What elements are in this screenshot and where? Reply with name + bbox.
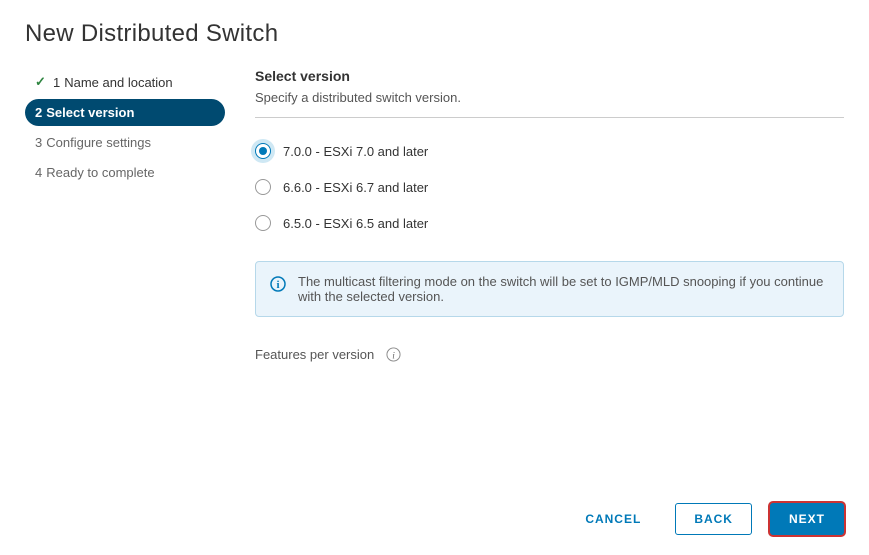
step-label: Name and location [64,75,172,90]
radio-icon [255,143,271,159]
section-description: Specify a distributed switch version. [255,90,844,118]
check-icon: ✓ [35,74,47,90]
info-banner: i The multicast filtering mode on the sw… [255,261,844,317]
new-distributed-switch-dialog: New Distributed Switch ✓ 1 Name and loca… [0,0,869,362]
wizard-step-select-version[interactable]: 2 Select version [25,99,225,126]
section-title: Select version [255,68,844,84]
step-number: 4 [35,165,42,180]
next-button[interactable]: NEXT [770,503,844,535]
features-label: Features per version [255,347,374,362]
radio-label: 6.5.0 - ESXi 6.5 and later [283,216,428,231]
step-label: Select version [46,105,134,120]
back-button[interactable]: BACK [675,503,752,535]
version-option-700[interactable]: 7.0.0 - ESXi 7.0 and later [255,143,844,159]
main-panel: Select version Specify a distributed swi… [225,68,844,362]
radio-label: 7.0.0 - ESXi 7.0 and later [283,144,428,159]
radio-label: 6.6.0 - ESXi 6.7 and later [283,180,428,195]
radio-icon [255,179,271,195]
dialog-footer: CANCEL BACK NEXT [569,503,844,535]
version-option-650[interactable]: 6.5.0 - ESXi 6.5 and later [255,215,844,231]
version-option-660[interactable]: 6.6.0 - ESXi 6.7 and later [255,179,844,195]
version-radio-group: 7.0.0 - ESXi 7.0 and later 6.6.0 - ESXi … [255,143,844,231]
svg-text:i: i [276,279,279,291]
help-icon[interactable]: i [386,347,401,362]
wizard-step-name-location[interactable]: ✓ 1 Name and location [25,68,225,96]
cancel-button[interactable]: CANCEL [569,504,657,534]
step-label: Ready to complete [46,165,154,180]
radio-icon [255,215,271,231]
step-number: 1 [53,75,60,90]
wizard-step-ready-complete: 4 Ready to complete [25,159,225,186]
features-per-version-row: Features per version i [255,347,844,362]
svg-text:i: i [392,351,395,361]
step-label: Configure settings [46,135,151,150]
wizard-steps: ✓ 1 Name and location 2 Select version 3… [25,68,225,362]
info-icon: i [270,276,286,292]
dialog-content: ✓ 1 Name and location 2 Select version 3… [0,68,869,362]
dialog-title: New Distributed Switch [0,0,869,68]
wizard-step-configure-settings: 3 Configure settings [25,129,225,156]
info-text: The multicast filtering mode on the swit… [298,274,829,304]
step-number: 3 [35,135,42,150]
step-number: 2 [35,105,42,120]
